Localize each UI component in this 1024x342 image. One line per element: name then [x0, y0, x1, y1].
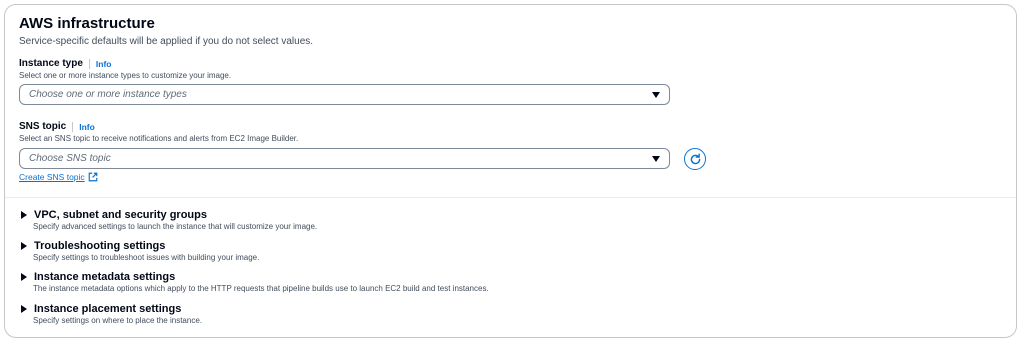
expander-instance-placement[interactable]: Instance placement settings Specify sett…: [19, 303, 919, 325]
panel-title: AWS infrastructure: [19, 15, 155, 32]
instance-type-placeholder: Choose one or more instance types: [29, 89, 187, 100]
external-link-icon: [88, 172, 98, 182]
sns-topic-label: SNS topic: [19, 121, 67, 132]
instance-type-info-link[interactable]: Info: [96, 59, 112, 69]
sns-topic-placeholder: Choose SNS topic: [29, 153, 111, 164]
expander-description: Specify advanced settings to launch the …: [33, 222, 318, 231]
caret-down-icon: [652, 91, 660, 98]
caret-down-icon: [652, 155, 660, 162]
expander-instance-metadata[interactable]: Instance metadata settings The instance …: [19, 271, 919, 293]
sns-topic-label-row: SNS topic Info: [19, 121, 95, 132]
create-sns-topic-label: Create SNS topic: [19, 172, 85, 182]
instance-type-label: Instance type: [19, 58, 83, 69]
label-separator: [88, 58, 90, 69]
label-separator: [72, 121, 74, 132]
section-divider: [5, 197, 1016, 198]
expander-header[interactable]: VPC, subnet and security groups: [19, 209, 919, 221]
expander-header[interactable]: Troubleshooting settings: [19, 240, 919, 252]
caret-right-icon: [21, 305, 27, 313]
sns-topic-select[interactable]: Choose SNS topic: [19, 148, 670, 169]
caret-right-icon: [21, 273, 27, 281]
caret-right-icon: [21, 242, 27, 250]
expander-header[interactable]: Instance metadata settings: [19, 271, 919, 283]
expander-title: Instance placement settings: [34, 303, 182, 315]
instance-type-hint: Select one or more instance types to cus…: [19, 71, 232, 80]
expander-title: VPC, subnet and security groups: [34, 209, 207, 221]
create-sns-topic-link[interactable]: Create SNS topic: [19, 172, 98, 182]
expander-troubleshooting[interactable]: Troubleshooting settings Specify setting…: [19, 240, 919, 262]
expander-description: The instance metadata options which appl…: [33, 284, 489, 293]
expander-title: Troubleshooting settings: [34, 240, 166, 252]
expander-vpc-subnet-security[interactable]: VPC, subnet and security groups Specify …: [19, 209, 919, 231]
instance-type-label-row: Instance type Info: [19, 58, 112, 69]
aws-infrastructure-panel: AWS infrastructure Service-specific defa…: [4, 4, 1017, 338]
expander-description: Specify settings to troubleshoot issues …: [33, 253, 260, 262]
sns-topic-hint: Select an SNS topic to receive notificat…: [19, 134, 299, 143]
expander-description: Specify settings on where to place the i…: [33, 316, 202, 325]
panel-description: Service-specific defaults will be applie…: [19, 36, 314, 47]
caret-right-icon: [21, 211, 27, 219]
expander-header[interactable]: Instance placement settings: [19, 303, 919, 315]
refresh-button[interactable]: [684, 148, 706, 170]
sns-topic-info-link[interactable]: Info: [79, 122, 95, 132]
expander-title: Instance metadata settings: [34, 271, 176, 283]
instance-type-select[interactable]: Choose one or more instance types: [19, 84, 670, 105]
refresh-icon: [690, 152, 700, 164]
